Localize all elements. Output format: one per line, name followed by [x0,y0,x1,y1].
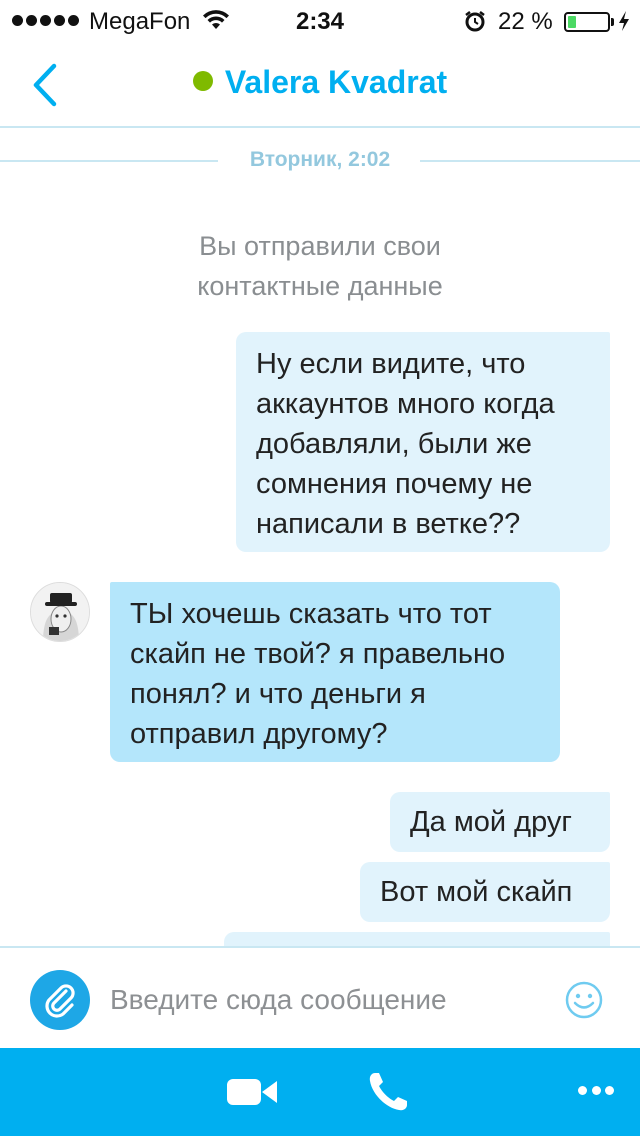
call-toolbar [0,1048,640,1136]
message-list[interactable]: Вторник, 2:02 Вы отправили свои контактн… [0,130,640,946]
smiley-icon[interactable] [564,980,604,1020]
charging-bolt-icon [619,11,629,31]
attach-button[interactable] [30,970,90,1030]
battery-percentage: 22 % [498,8,553,35]
message-bubble-incoming[interactable]: ТЫ хочешь сказать что тот скайп не твой?… [110,582,560,762]
date-separator: Вторник, 2:02 [0,148,640,172]
status-bar: MegaFon 2:34 22 % [0,0,640,40]
alarm-icon [465,11,485,32]
more-icon[interactable] [578,1084,614,1096]
battery-icon [564,12,610,32]
message-bubble-outgoing[interactable] [224,932,610,946]
video-camera-icon[interactable] [226,1076,278,1108]
contact-name: Valera Kvadrat [224,64,448,100]
message-input[interactable] [110,978,540,1022]
conversation-header: Valera Kvadrat [0,40,640,128]
phone-icon[interactable] [366,1070,410,1114]
battery-level-fill [568,16,576,28]
message-bubble-outgoing[interactable]: Вот мой скайп [360,862,610,922]
message-composer [0,946,640,1048]
contact-title[interactable]: Valera Kvadrat [0,64,640,101]
message-bubble-outgoing[interactable]: Да мой друг [390,792,610,852]
battery-tip [611,18,614,26]
message-bubble-outgoing[interactable]: Ну если видите, что аккаунтов много когд… [236,332,610,552]
system-message: Вы отправили свои контактные данные [197,231,443,301]
online-status-dot [192,71,213,91]
contact-avatar[interactable] [30,582,90,642]
paperclip-icon [45,984,75,1018]
lion-avatar-icon [31,583,89,641]
date-separator-label: Вторник, 2:02 [249,148,391,171]
